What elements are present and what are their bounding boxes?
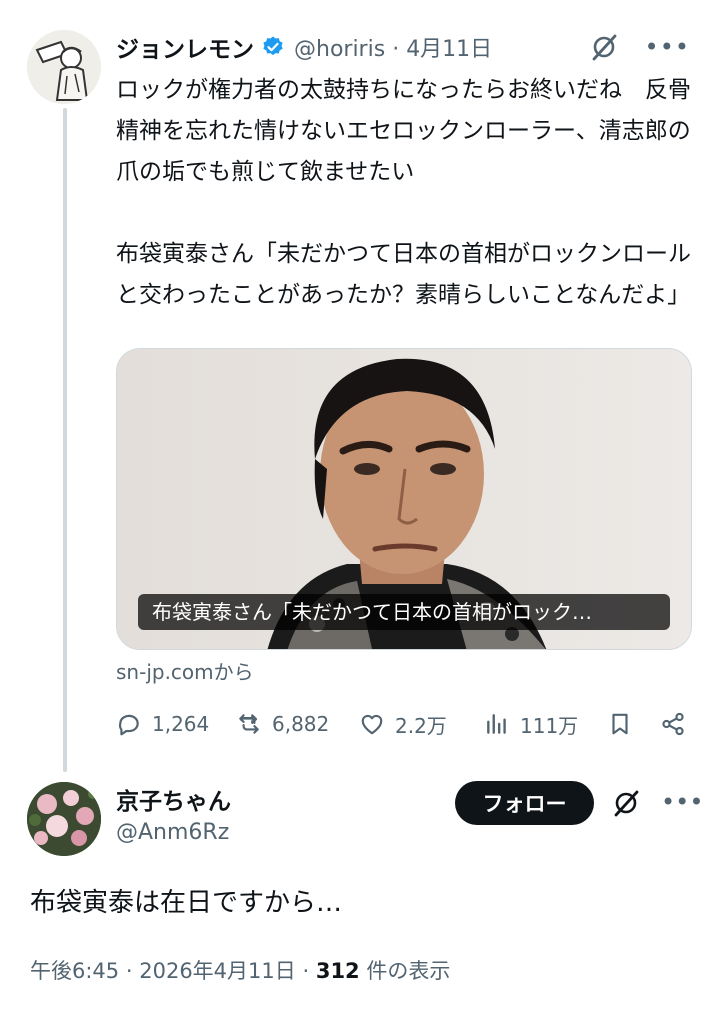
follow-button[interactable]: フォロー	[455, 781, 594, 825]
grok-icon[interactable]	[611, 788, 641, 818]
retweet-icon	[239, 714, 259, 734]
views-button[interactable]: 111万	[484, 710, 578, 739]
reply-count: 1,264	[152, 712, 210, 736]
more-icon[interactable]: •••	[661, 790, 703, 814]
meta-separator: ·	[392, 37, 400, 62]
share-icon	[662, 712, 684, 736]
avatar-roses-image	[27, 782, 101, 856]
tweet-action-bar: 1,264 6,882 2.2万 111万	[116, 706, 692, 742]
bookmark-button[interactable]	[607, 711, 633, 737]
avatar-illustration	[27, 30, 101, 104]
more-icon[interactable]: •••	[645, 35, 690, 59]
reply-author-avatar[interactable]	[27, 782, 101, 856]
author-name[interactable]: ジョンレモン	[116, 30, 254, 64]
retweet-button[interactable]: 6,882	[236, 711, 329, 737]
reply-date[interactable]: 2026年4月11日	[139, 959, 296, 983]
views-count: 111万	[520, 713, 579, 738]
card-caption: 布袋寅泰さん「未だかつて日本の首相がロック…	[138, 594, 670, 630]
reply-body: 布袋寅泰は在日ですから…	[30, 888, 343, 918]
like-count: 2.2万	[395, 713, 447, 738]
reply-time[interactable]: 午後6:45	[30, 959, 119, 983]
tweet-top-actions: •••	[589, 32, 690, 62]
link-card[interactable]: 布袋寅泰さん「未だかつて日本の首相がロック…	[116, 348, 692, 650]
reply-views-label: 件の表示	[366, 959, 451, 983]
tweet-header: ジョンレモン @horiris · 4月11日	[116, 30, 492, 64]
thread-connector-line	[63, 108, 67, 772]
tweet-paragraph-1: ロックが権力者の太鼓持ちになったらお終いだね 反骨精神を忘れた情けないエセロック…	[116, 77, 691, 185]
verified-badge-icon	[263, 36, 283, 56]
tweet-date[interactable]: 4月11日	[406, 37, 492, 62]
tweet-handle-date: @horiris · 4月11日	[294, 31, 492, 63]
meta-separator: ·	[125, 959, 133, 983]
reply-views-count: 312	[315, 959, 360, 983]
card-source[interactable]: sn-jp.comから	[116, 656, 254, 685]
views-icon	[487, 714, 506, 734]
tweet-paragraph-2: 布袋寅泰さん「未だかつて日本の首相がロックンロールと交わったことがあったか？素晴…	[116, 241, 691, 308]
meta-separator: ·	[302, 959, 310, 983]
like-button[interactable]: 2.2万	[359, 710, 447, 739]
reply-author-name[interactable]: 京子ちゃん	[116, 782, 231, 816]
reply-author-handle[interactable]: @Anm6Rz	[116, 820, 229, 845]
tweet-body: ロックが権力者の太鼓持ちになったらお終いだね 反骨精神を忘れた情けないエセロック…	[116, 70, 696, 316]
grok-icon[interactable]	[589, 32, 619, 62]
reply-icon	[118, 714, 139, 736]
reply-meta: 午後6:45 · 2026年4月11日 · 312 件の表示	[30, 955, 450, 985]
reply-button[interactable]: 1,264	[116, 711, 209, 737]
author-avatar[interactable]	[27, 30, 101, 104]
share-button[interactable]	[660, 711, 686, 737]
bookmark-icon	[612, 713, 628, 735]
author-handle[interactable]: @horiris	[294, 37, 385, 62]
retweet-count: 6,882	[272, 712, 330, 736]
like-icon	[361, 714, 383, 735]
